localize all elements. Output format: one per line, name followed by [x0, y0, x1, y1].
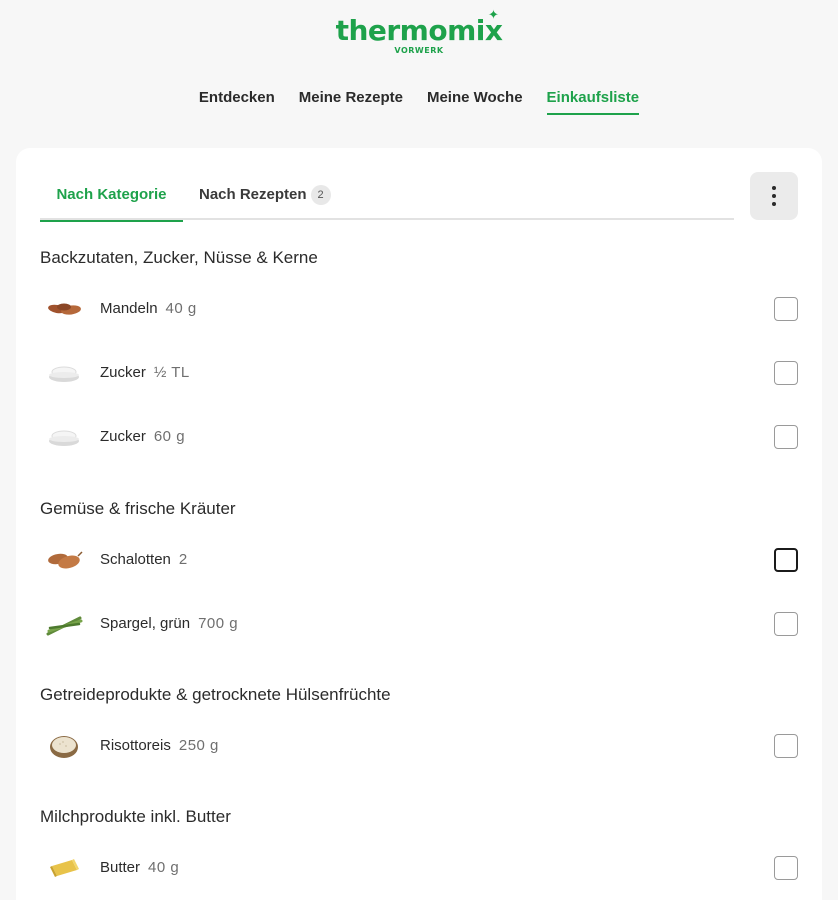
item-quantity: 2 [178, 551, 188, 568]
item-label: Zucker 60 g [100, 415, 185, 459]
category-title: Milchprodukte inkl. Butter [40, 807, 231, 826]
active-tab-indicator [40, 220, 183, 222]
item-checkbox[interactable] [774, 548, 798, 572]
item-name: Schalotten [100, 551, 171, 568]
site-header: thermomix ✦ VORWERK Entdecken Meine Rezep… [0, 0, 838, 140]
tab-by-recipe-label: Nach Rezepten [199, 186, 307, 203]
thermomix-logo[interactable]: thermomix ✦ VORWERK [0, 8, 838, 55]
list-item: Schalotten 2 [40, 538, 798, 582]
shallots-icon [48, 551, 83, 569]
logo-star-icon: ✦ [488, 8, 499, 23]
list-item: Spargel, grün 700 g [40, 602, 798, 646]
more-options-button[interactable] [750, 172, 798, 220]
item-name: Risottoreis [100, 737, 171, 754]
list-item: Zucker 60 g [40, 415, 798, 459]
item-quantity: 40 g [148, 859, 180, 876]
category-title: Getreideprodukte & getrocknete Hülsenfrü… [40, 685, 391, 704]
nav-entdecken[interactable]: Entdecken [199, 88, 275, 115]
item-name: Zucker [100, 364, 146, 381]
asparagus-icon [46, 616, 83, 636]
sugar-icon [49, 430, 79, 446]
nav-einkaufsliste[interactable]: Einkaufsliste [546, 88, 640, 115]
nav-meine-woche[interactable]: Meine Woche [427, 88, 523, 115]
shopping-list-card: Nach Kategorie Nach Rezepten 2 Backzutate… [16, 148, 822, 900]
item-label: Spargel, grün 700 g [100, 602, 238, 646]
item-quantity: 60 g [153, 428, 186, 445]
recipe-count-badge: 2 [310, 185, 331, 205]
almonds-icon [48, 303, 81, 315]
item-quantity: 40 g [165, 300, 197, 317]
category-title: Backzutaten, Zucker, Nüsse & Kerne [40, 248, 318, 267]
item-label: Schalotten 2 [100, 538, 188, 582]
list-item: Risottoreis 250 g [40, 724, 798, 768]
main-nav: Entdecken Meine Rezepte Meine Woche Eink… [0, 88, 838, 115]
item-name: Butter [100, 859, 141, 876]
list-item: Butter 40 g [40, 846, 798, 890]
item-quantity: 700 g [198, 615, 239, 632]
item-label: Butter 40 g [100, 846, 179, 890]
item-label: Zucker ½ TL [100, 351, 190, 395]
more-vertical-icon [772, 186, 776, 206]
tab-by-category[interactable]: Nach Kategorie [40, 172, 183, 222]
butter-icon [50, 859, 79, 877]
item-label: Risottoreis 250 g [100, 724, 219, 768]
item-quantity: ½ TL [153, 364, 190, 381]
list-item: Zucker ½ TL [40, 351, 798, 395]
item-quantity: 250 g [178, 737, 219, 754]
tab-by-recipe[interactable]: Nach Rezepten 2 [199, 172, 331, 220]
item-name: Mandeln [100, 300, 158, 317]
rice-icon [50, 736, 78, 758]
item-checkbox[interactable] [774, 425, 798, 449]
list-tabs: Nach Kategorie Nach Rezepten 2 [40, 172, 734, 222]
item-checkbox[interactable] [774, 734, 798, 758]
list-item: Mandeln 40 g [40, 287, 798, 331]
item-checkbox[interactable] [774, 361, 798, 385]
item-name: Zucker [100, 428, 146, 445]
sugar-icon [49, 366, 79, 382]
tab-by-category-label: Nach Kategorie [56, 186, 167, 203]
item-name: Spargel, grün [100, 615, 191, 632]
nav-meine-rezepte[interactable]: Meine Rezepte [299, 88, 403, 115]
item-label: Mandeln 40 g [100, 287, 197, 331]
item-checkbox[interactable] [774, 297, 798, 321]
item-checkbox[interactable] [774, 612, 798, 636]
item-checkbox[interactable] [774, 856, 798, 880]
category-title: Gemüse & frische Kräuter [40, 499, 236, 518]
logo-wordmark: thermomix ✦ [335, 8, 503, 47]
